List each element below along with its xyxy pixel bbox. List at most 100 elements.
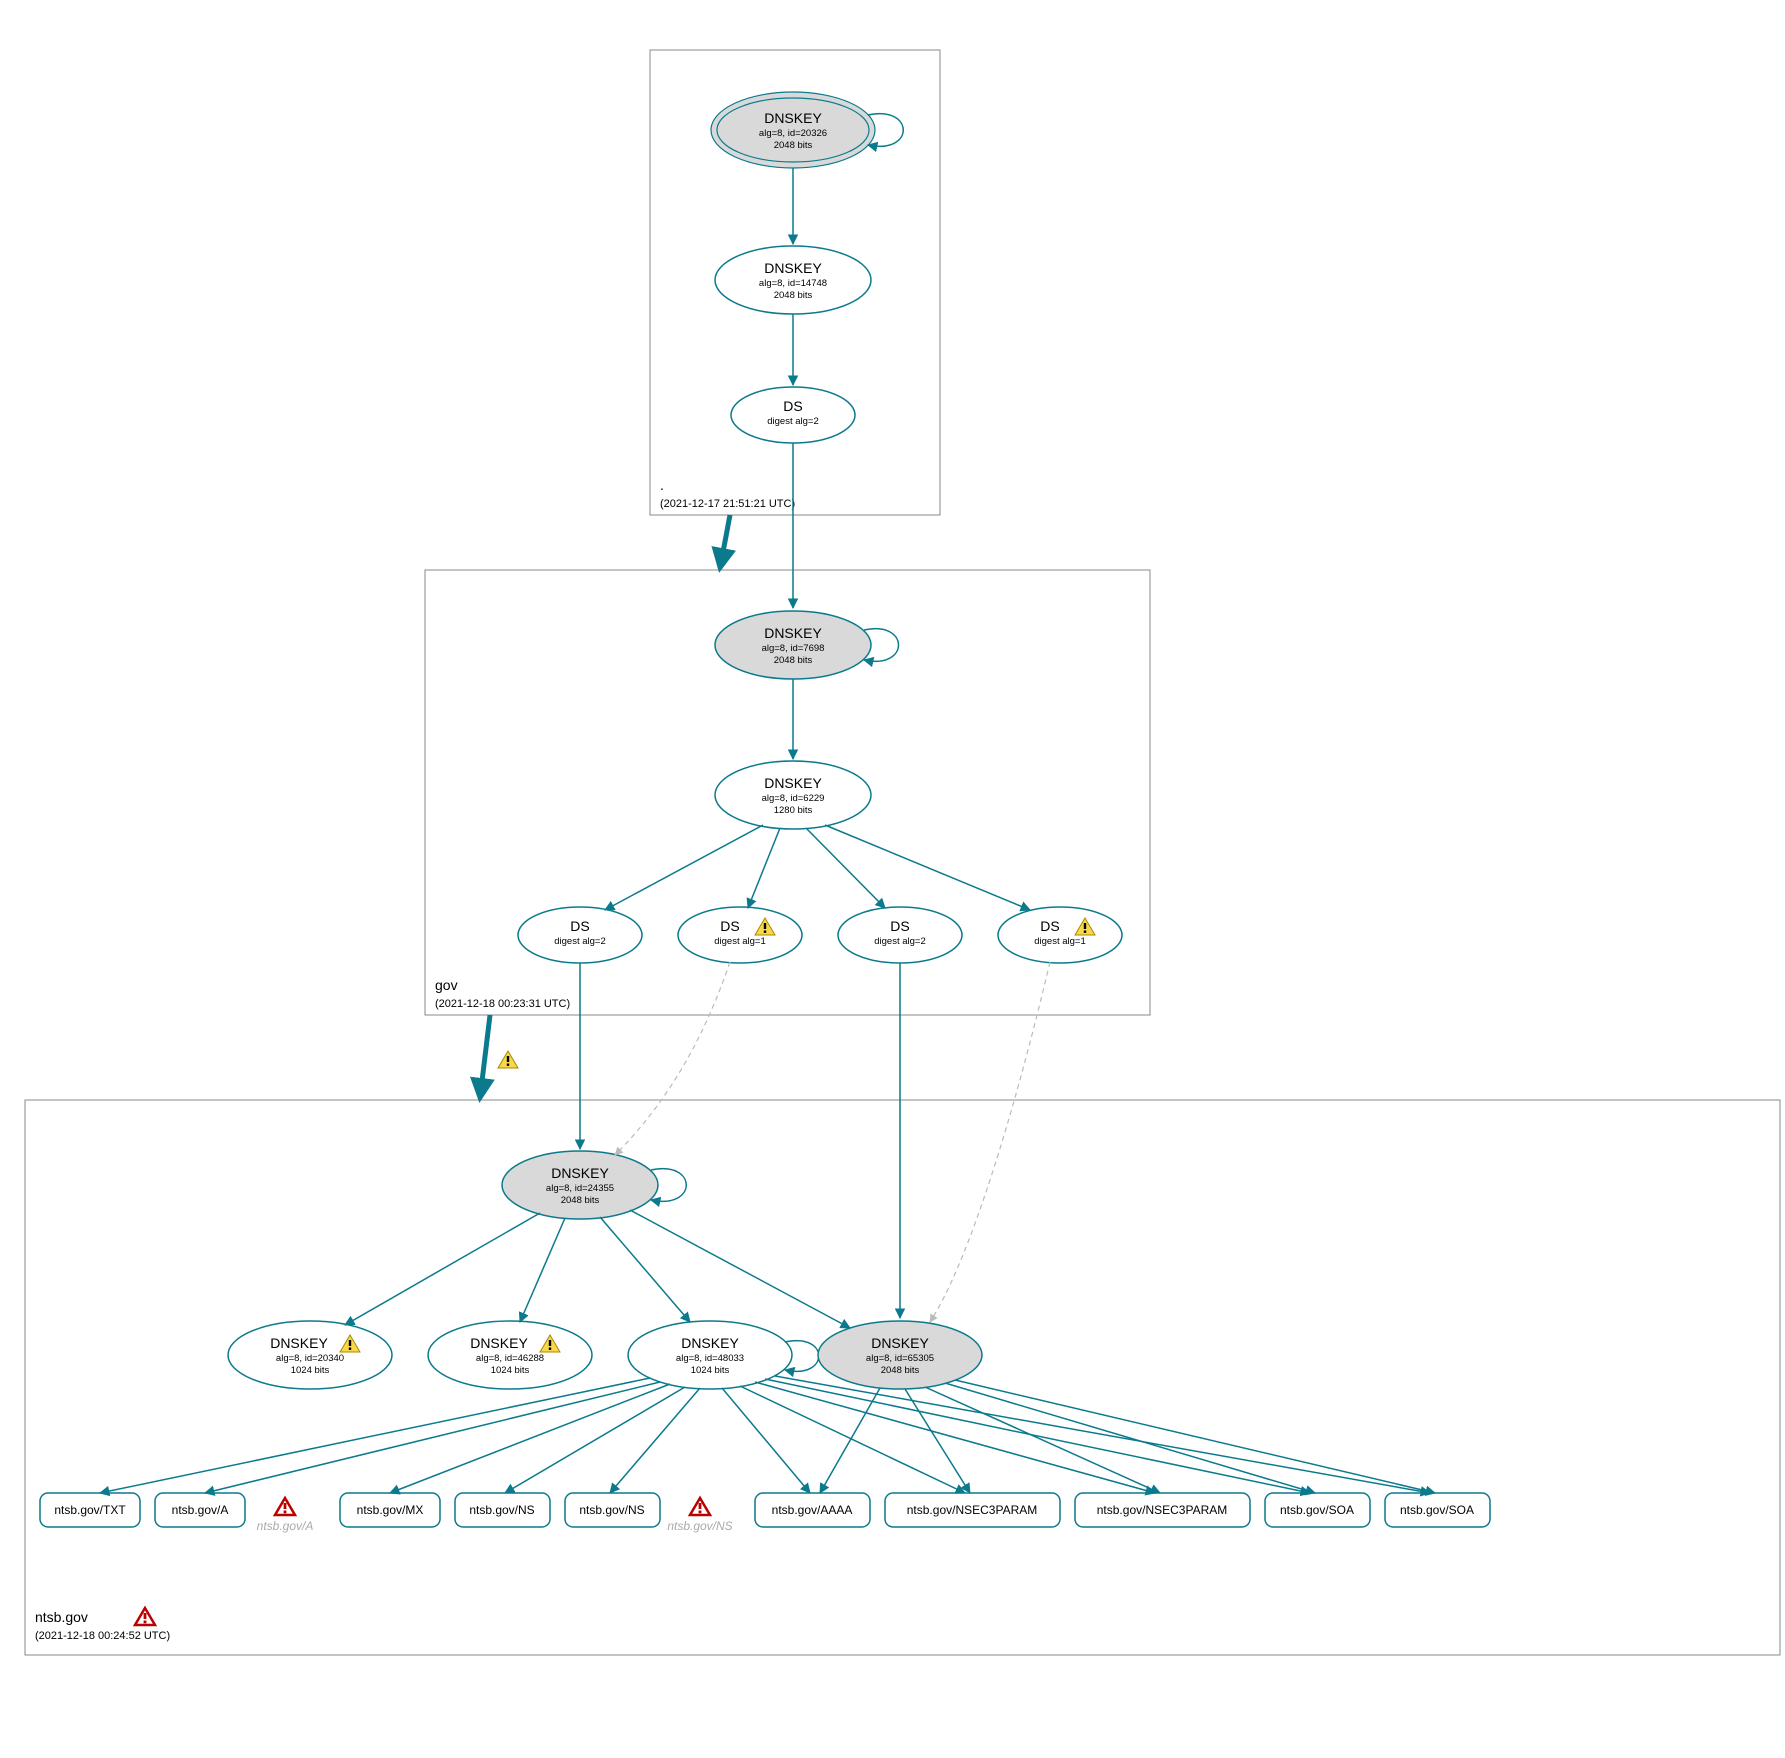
svg-text:DNSKEY: DNSKEY [871,1335,929,1351]
svg-text:DS: DS [1040,918,1059,934]
svg-text:alg=8, id=20340: alg=8, id=20340 [276,1353,344,1364]
node-root-ds[interactable]: DS digest alg=2 [731,387,855,443]
svg-text:alg=8, id=14748: alg=8, id=14748 [759,278,827,289]
node-gov-zsk[interactable]: DNSKEY alg=8, id=6229 1280 bits [715,761,871,829]
svg-text:digest alg=1: digest alg=1 [714,936,766,947]
svg-text:ntsb.gov/AAAA: ntsb.gov/AAAA [772,1503,853,1517]
edge-zone-root-to-gov [720,515,730,568]
node-gov-ds2[interactable]: DS digest alg=1 [678,907,802,963]
svg-text:DNSKEY: DNSKEY [681,1335,739,1351]
node-gov-ksk[interactable]: DNSKEY alg=8, id=7698 2048 bits [715,611,871,679]
edge [610,1388,700,1493]
edge [775,1376,1430,1493]
svg-text:alg=8, id=48033: alg=8, id=48033 [676,1353,744,1364]
svg-text:2048 bits: 2048 bits [774,140,813,151]
edge-dashed [615,962,730,1155]
svg-text:ntsb.gov/MX: ntsb.gov/MX [357,1503,424,1517]
node-ntsb-ksk[interactable]: DNSKEY alg=8, id=24355 2048 bits [502,1151,658,1219]
edge [390,1384,670,1493]
svg-text:ntsb.gov/NS: ntsb.gov/NS [469,1503,534,1517]
svg-text:DNSKEY: DNSKEY [764,775,822,791]
dnssec-graph: . (2021-12-17 21:51:21 UTC) gov (2021-12… [10,10,1785,1748]
edge [955,1380,1435,1493]
svg-text:DNSKEY: DNSKEY [551,1165,609,1181]
svg-text:ntsb.gov/A: ntsb.gov/A [172,1503,229,1517]
edge-zone-gov-to-ntsb [480,1015,490,1098]
rr-soa1[interactable]: ntsb.gov/SOA [1265,1493,1370,1527]
svg-text:alg=8, id=7698: alg=8, id=7698 [762,643,825,654]
svg-text:alg=8, id=20326: alg=8, id=20326 [759,128,827,139]
svg-text:ntsb.gov/TXT: ntsb.gov/TXT [54,1503,126,1517]
node-gov-ds3[interactable]: DS digest alg=2 [838,907,962,963]
svg-text:digest alg=2: digest alg=2 [554,936,606,947]
svg-text:alg=8, id=65305: alg=8, id=65305 [866,1353,934,1364]
node-ntsb-k1[interactable]: DNSKEY alg=8, id=20340 1024 bits [228,1321,392,1389]
error-icon [690,1498,710,1515]
edge [605,825,763,910]
svg-text:2048 bits: 2048 bits [881,1365,920,1376]
svg-text:1024 bits: 1024 bits [691,1365,730,1376]
svg-text:ntsb.gov/NSEC3PARAM: ntsb.gov/NSEC3PARAM [1097,1503,1228,1517]
node-gov-ds1[interactable]: DS digest alg=2 [518,907,642,963]
rr-txt[interactable]: ntsb.gov/TXT [40,1493,140,1527]
svg-text:DNSKEY: DNSKEY [764,260,822,276]
edge [100,1378,650,1493]
svg-text:DNSKEY: DNSKEY [764,625,822,641]
rr-ns2[interactable]: ntsb.gov/NS [565,1493,660,1527]
zone-ntsb-time: (2021-12-18 00:24:52 UTC) [35,1630,170,1642]
svg-text:alg=8, id=46288: alg=8, id=46288 [476,1353,544,1364]
node-gov-ds4[interactable]: DS digest alg=1 [998,907,1122,963]
svg-text:ntsb.gov/NS: ntsb.gov/NS [579,1503,644,1517]
rr-mx[interactable]: ntsb.gov/MX [340,1493,440,1527]
rr-aaaa[interactable]: ntsb.gov/AAAA [755,1493,870,1527]
edge [825,825,1030,910]
edge [740,1386,965,1493]
svg-text:1024 bits: 1024 bits [491,1365,530,1376]
svg-text:DS: DS [720,918,739,934]
edge [722,1388,810,1493]
svg-text:1024 bits: 1024 bits [291,1365,330,1376]
svg-text:DS: DS [570,918,589,934]
svg-text:DNSKEY: DNSKEY [470,1335,528,1351]
svg-text:DS: DS [783,398,802,414]
rr-a[interactable]: ntsb.gov/A [155,1493,245,1527]
svg-text:ntsb.gov/SOA: ntsb.gov/SOA [1280,1503,1354,1517]
node-ntsb-k2[interactable]: DNSKEY alg=8, id=46288 1024 bits [428,1321,592,1389]
edge [945,1383,1315,1493]
edge [600,1217,690,1322]
zone-root-name: . [660,477,664,493]
svg-text:2048 bits: 2048 bits [774,290,813,301]
node-ntsb-k4[interactable]: DNSKEY alg=8, id=65305 2048 bits [818,1321,982,1389]
rr-soa2[interactable]: ntsb.gov/SOA [1385,1493,1490,1527]
node-root-zsk[interactable]: DNSKEY alg=8, id=14748 2048 bits [715,246,871,314]
svg-text:digest alg=2: digest alg=2 [767,416,819,427]
warning-icon [498,1051,518,1068]
zone-ntsb-name: ntsb.gov [35,1609,88,1625]
error-icon [275,1498,295,1515]
rr-ns-error[interactable]: ntsb.gov/NS [667,1498,732,1533]
edge [755,1382,1155,1493]
svg-text:DS: DS [890,918,909,934]
rr-a-error[interactable]: ntsb.gov/A [257,1498,314,1533]
rr-ns1[interactable]: ntsb.gov/NS [455,1493,550,1527]
edge [748,828,780,908]
svg-text:DNSKEY: DNSKEY [764,110,822,126]
svg-text:ntsb.gov/NSEC3PARAM: ntsb.gov/NSEC3PARAM [907,1503,1038,1517]
svg-text:2048 bits: 2048 bits [561,1195,600,1206]
rr-n3p1[interactable]: ntsb.gov/NSEC3PARAM [885,1493,1060,1527]
edge [820,1388,880,1493]
svg-text:1280 bits: 1280 bits [774,805,813,816]
rr-n3p2[interactable]: ntsb.gov/NSEC3PARAM [1075,1493,1250,1527]
edge [345,1213,540,1325]
svg-text:ntsb.gov/SOA: ntsb.gov/SOA [1400,1503,1474,1517]
zone-gov-name: gov [435,977,458,993]
error-icon [135,1608,155,1625]
svg-text:alg=8, id=6229: alg=8, id=6229 [762,793,825,804]
svg-text:DNSKEY: DNSKEY [270,1335,328,1351]
edge [806,828,885,908]
zone-gov-time: (2021-12-18 00:23:31 UTC) [435,998,570,1010]
zone-root-time: (2021-12-17 21:51:21 UTC) [660,498,795,510]
node-root-ksk[interactable]: DNSKEY alg=8, id=20326 2048 bits [711,92,875,168]
svg-text:2048 bits: 2048 bits [774,655,813,666]
svg-text:ntsb.gov/A: ntsb.gov/A [257,1519,314,1533]
